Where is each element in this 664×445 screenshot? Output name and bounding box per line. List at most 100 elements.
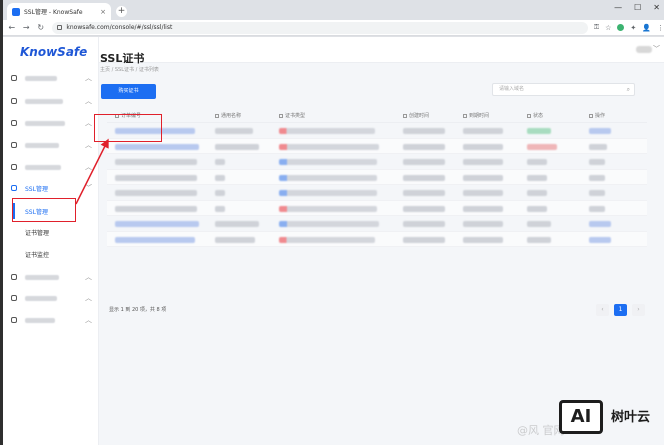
watermark-logo: AI — [559, 400, 603, 434]
blurred-action[interactable] — [589, 221, 611, 227]
window-controls: — ☐ ✕ — [614, 3, 660, 12]
status-badge — [527, 236, 551, 243]
key-icon[interactable]: ⚿ — [594, 23, 599, 32]
maximize-icon[interactable]: ☐ — [634, 3, 641, 12]
menu-icon[interactable]: ⋮ — [657, 24, 664, 32]
blurred-action[interactable] — [589, 159, 605, 165]
chevron-up-icon: ︿ — [85, 141, 92, 149]
minimize-icon[interactable]: — — [614, 3, 622, 12]
breadcrumb: 主页 / SSL证书 / 证书列表 — [100, 67, 159, 73]
blurred-cell — [215, 205, 225, 212]
watermark: @风 官网 AI 树叶云 — [517, 398, 657, 438]
profile-icon[interactable]: 👤 — [642, 24, 651, 32]
next-page-button[interactable]: › — [632, 304, 645, 316]
table-row[interactable] — [107, 231, 647, 247]
prev-page-button[interactable]: ‹ — [596, 304, 609, 316]
chevron-down-icon[interactable]: ﹀ — [653, 44, 660, 54]
sidebar-item-3[interactable]: ︿ — [3, 114, 99, 132]
menu-icon-8 — [11, 317, 17, 323]
blurred-action[interactable] — [589, 174, 605, 181]
extension-icon[interactable] — [617, 24, 625, 31]
sort-icon — [279, 113, 283, 118]
sidebar-item-7[interactable]: ︿ — [3, 289, 99, 307]
pagination: ‹ 1 › — [596, 304, 645, 316]
chevron-up-icon: ︿ — [85, 273, 92, 281]
header-cert-type[interactable]: 证书类型 — [279, 112, 305, 119]
url-input[interactable]: knowsafe.com/console/#/ssl/ssl/list — [52, 21, 588, 34]
sidebar-item-1[interactable]: ︿ — [3, 69, 99, 87]
tab-title: SSL管理 - KnowSafe — [24, 9, 83, 16]
blurred-cell — [463, 221, 503, 227]
sidebar-item-5[interactable]: ︿ — [3, 158, 99, 176]
tab-bar: SSL管理 - KnowSafe × + — ☐ ✕ — [3, 0, 664, 20]
blurred-cell — [463, 159, 503, 165]
blurred-label — [25, 142, 59, 148]
sort-icon — [215, 113, 219, 118]
blurred-cell — [463, 174, 503, 181]
menu-icon-3 — [11, 120, 17, 126]
url-text: knowsafe.com/console/#/ssl/ssl/list — [66, 24, 173, 31]
lock-icon — [57, 25, 63, 30]
blurred-label — [25, 120, 65, 126]
blurred-action[interactable] — [589, 236, 611, 243]
menu-icon-5 — [11, 164, 17, 170]
submenu-cert-monitor[interactable]: 证书监控 — [13, 246, 79, 262]
table-row[interactable] — [107, 216, 647, 232]
table-header: 订单编号 通用名称 证书类型 创建时间 到期时间 状态 操作 — [107, 106, 647, 123]
header-created[interactable]: 创建时间 — [403, 112, 429, 119]
sidebar-item-4[interactable]: ︿ — [3, 136, 99, 154]
blurred-cell — [403, 205, 445, 212]
new-tab-button[interactable]: + — [116, 6, 127, 17]
chevron-up-icon: ︿ — [85, 294, 92, 302]
blurred-action[interactable] — [589, 143, 607, 150]
table-row[interactable] — [107, 169, 647, 185]
header-status[interactable]: 状态 — [527, 112, 543, 119]
sidebar-item-8[interactable]: ︿ — [3, 311, 99, 329]
sidebar-item-ssl[interactable]: SSL管理 ﹀ — [3, 179, 99, 197]
status-badge — [527, 221, 551, 227]
blurred-cell — [279, 174, 377, 181]
buy-certificate-button[interactable]: 购买证书 — [101, 84, 156, 99]
search-icon[interactable]: ⌕ — [627, 84, 630, 95]
blurred-cell — [463, 236, 503, 243]
watermark-brand: 树叶云 — [611, 410, 651, 425]
blurred-cell — [463, 143, 503, 150]
table-row[interactable] — [107, 123, 647, 139]
page-1-button[interactable]: 1 — [614, 304, 627, 316]
annotation-box-buy — [94, 114, 162, 142]
puzzle-icon[interactable]: ✦ — [630, 24, 636, 32]
sidebar-item-6[interactable]: ︿ — [3, 268, 99, 286]
blurred-cell — [215, 159, 225, 165]
blurred-cell — [279, 143, 379, 150]
table-row[interactable] — [107, 154, 647, 170]
table-row[interactable] — [107, 138, 647, 154]
search-placeholder: 请输入域名 — [499, 86, 525, 92]
table-row[interactable] — [107, 185, 647, 201]
back-icon[interactable]: ← — [6, 23, 17, 32]
table-row[interactable] — [107, 200, 647, 216]
reload-icon[interactable]: ↻ — [35, 23, 46, 32]
forward-icon[interactable]: → — [20, 23, 31, 32]
submenu-cert-manage[interactable]: 证书管理 — [13, 224, 79, 240]
close-tab-icon[interactable]: × — [100, 8, 106, 16]
blurred-label — [25, 164, 61, 170]
blurred-cell — [403, 190, 445, 196]
blurred-action[interactable] — [589, 205, 605, 212]
blurred-cell — [403, 143, 445, 150]
blurred-cell — [279, 128, 375, 134]
menu-icon-2 — [11, 98, 17, 104]
star-icon[interactable]: ☆ — [605, 24, 611, 32]
header-expires[interactable]: 到期时间 — [463, 112, 489, 119]
blurred-cell — [215, 174, 225, 181]
chevron-down-icon: ﹀ — [85, 184, 92, 192]
close-window-icon[interactable]: ✕ — [653, 3, 660, 12]
sort-icon — [403, 113, 407, 118]
sidebar-item-2[interactable]: ︿ — [3, 92, 99, 110]
blurred-action[interactable] — [589, 128, 611, 134]
sort-icon — [463, 113, 467, 118]
avatar[interactable] — [636, 46, 652, 53]
blurred-action[interactable] — [589, 190, 605, 196]
browser-tab[interactable]: SSL管理 - KnowSafe × — [7, 3, 111, 20]
header-common-name[interactable]: 通用名称 — [215, 112, 241, 119]
search-input[interactable]: 请输入域名 ⌕ — [492, 83, 635, 96]
